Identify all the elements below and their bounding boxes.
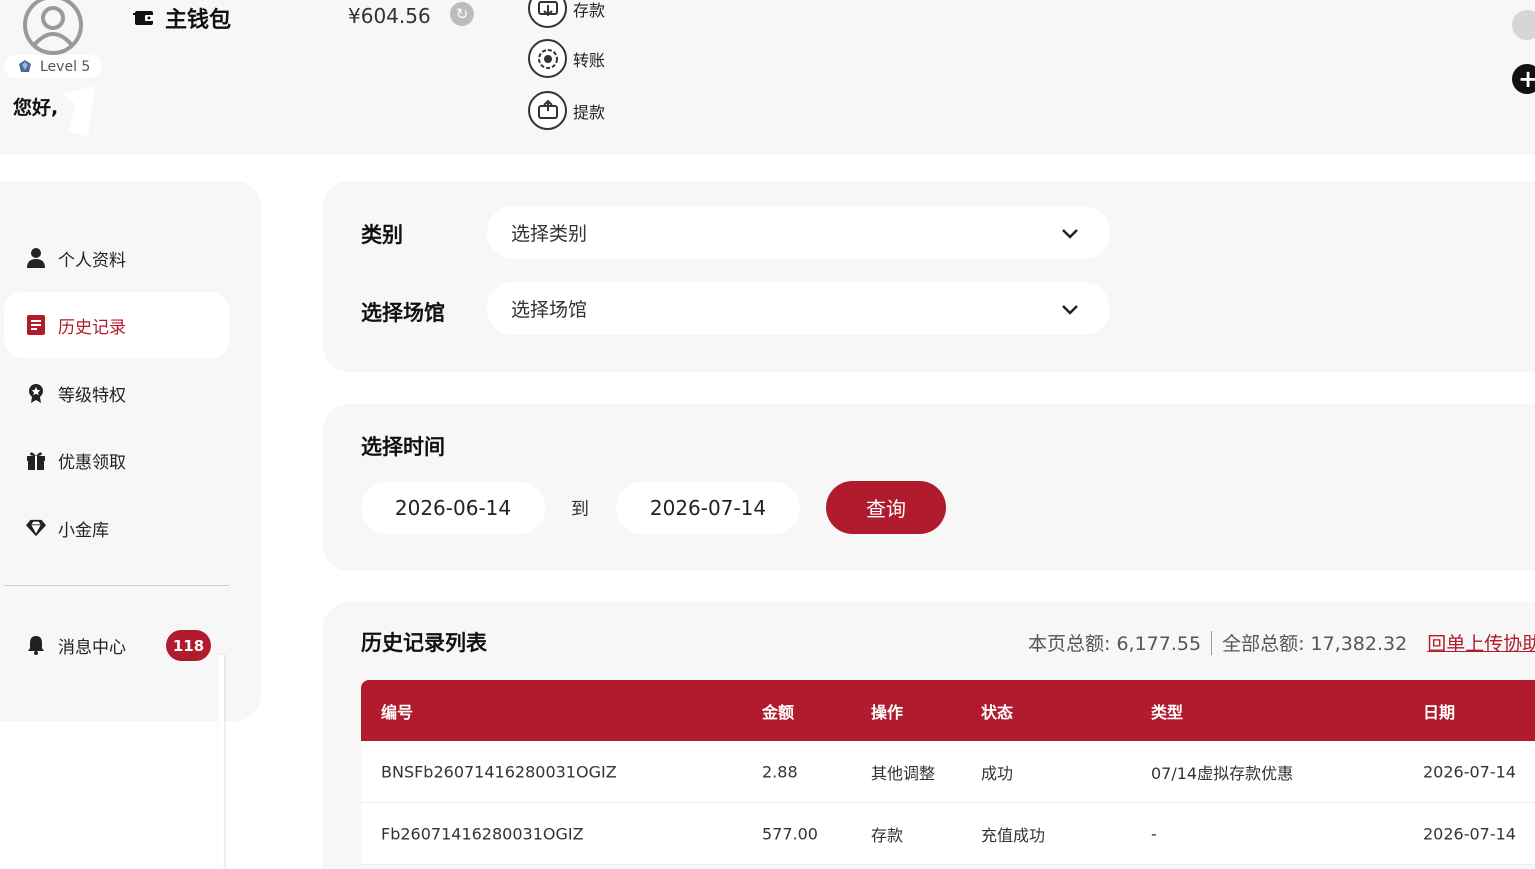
column-header-status[interactable]: 状态 xyxy=(981,699,1013,723)
greeting-text: 您好, xyxy=(13,97,59,119)
history-list-title: 历史记录列表 xyxy=(361,631,487,655)
level-label: Level 5 xyxy=(40,58,91,75)
start-date-input[interactable]: 2026-06-14 xyxy=(361,482,545,534)
sidebar-item-vip[interactable]: 等级特权 xyxy=(4,360,229,426)
add-icon[interactable]: + xyxy=(1512,64,1535,94)
deposit-button[interactable]: 存款 xyxy=(528,0,605,28)
dropdown-edge xyxy=(218,655,224,869)
venue-select-value: 选择场馆 xyxy=(511,299,588,321)
venue-select[interactable]: 选择场馆 xyxy=(487,282,1110,335)
cell-status: 成功 xyxy=(981,763,1014,783)
history-totals: 本页总额: 6,177.55 全部总额: 17,382.32 回单上传协助 xyxy=(1028,629,1535,656)
category-select[interactable]: 选择类别 xyxy=(487,206,1110,259)
totals-divider xyxy=(1211,630,1213,655)
wallet-icon xyxy=(133,11,155,25)
refresh-icon[interactable] xyxy=(1512,10,1535,40)
sidebar: 个人资料 历史记录 等级特权 优惠领取 小金库 消息中心 118 xyxy=(0,181,261,721)
table-row[interactable]: BNSFb26071416280031OGIZ 2.88 其他调整 成功 07/… xyxy=(361,741,1535,803)
avatar[interactable] xyxy=(22,0,84,56)
venue-label: 选择场馆 xyxy=(361,301,445,325)
category-label: 类别 xyxy=(361,223,403,247)
sidebar-item-label: 小金库 xyxy=(58,520,109,541)
level-gem-icon xyxy=(19,59,31,72)
category-select-value: 选择类别 xyxy=(511,223,588,245)
table-header: 编号 金额 操作 状态 类型 日期 xyxy=(361,680,1535,741)
user-icon xyxy=(26,248,46,268)
all-total: 全部总额: 17,382.32 xyxy=(1222,633,1408,655)
cell-status: 充值成功 xyxy=(981,825,1046,845)
wallet-balance: ¥604.56 xyxy=(348,4,431,28)
chevron-down-icon xyxy=(1062,229,1078,239)
receipt-upload-help-link[interactable]: 回单上传协助 xyxy=(1427,629,1535,656)
deposit-label: 存款 xyxy=(573,0,606,20)
sidebar-item-vault[interactable]: 小金库 xyxy=(4,495,229,561)
sidebar-item-label: 优惠领取 xyxy=(58,452,126,473)
withdraw-button[interactable]: 提款 xyxy=(528,91,605,130)
cell-type: 07/14虚拟存款优惠 xyxy=(1151,763,1294,783)
withdraw-icon xyxy=(528,91,567,130)
transfer-icon xyxy=(528,39,567,78)
column-header-type[interactable]: 类型 xyxy=(1151,699,1183,723)
transfer-button[interactable]: 转账 xyxy=(528,39,605,78)
document-icon xyxy=(26,315,46,335)
gift-icon xyxy=(26,450,46,470)
refresh-icon: ↻ xyxy=(455,5,469,23)
withdraw-label: 提款 xyxy=(573,102,606,122)
query-button[interactable]: 查询 xyxy=(826,481,946,534)
sidebar-item-label: 个人资料 xyxy=(58,250,126,271)
sidebar-item-label: 等级特权 xyxy=(58,385,126,406)
refresh-balance-button[interactable]: ↻ xyxy=(450,2,474,26)
wallet-label: 主钱包 xyxy=(165,8,232,33)
message-count-badge: 118 xyxy=(166,630,211,661)
cell-date: 2026-07-14 xyxy=(1423,762,1516,781)
sidebar-item-promotions[interactable]: 优惠领取 xyxy=(4,427,229,493)
cell-amount: 577.00 xyxy=(762,824,818,843)
sidebar-item-history[interactable]: 历史记录 xyxy=(4,292,229,358)
diamond-icon xyxy=(26,518,46,538)
cell-operation: 其他调整 xyxy=(871,763,936,783)
sidebar-item-label: 消息中心 xyxy=(58,637,126,658)
cell-id: Fb26071416280031OGIZ xyxy=(381,824,584,843)
column-header-operation[interactable]: 操作 xyxy=(871,699,903,723)
cell-type: - xyxy=(1151,824,1157,843)
bell-icon xyxy=(26,635,46,655)
medal-icon xyxy=(26,383,46,403)
time-label: 选择时间 xyxy=(361,435,445,459)
chevron-down-icon xyxy=(1062,305,1078,315)
history-table: 编号 金额 操作 状态 类型 日期 BNSFb26071416280031OGI… xyxy=(361,680,1535,865)
level-badge[interactable]: Level 5 xyxy=(4,55,103,78)
column-header-date[interactable]: 日期 xyxy=(1423,699,1455,723)
account-header: Level 5 您好, 主钱包 ¥604.56 ↻ 存款 转账 提款 + xyxy=(0,0,1535,155)
table-row[interactable]: Fb26071416280031OGIZ 577.00 存款 充值成功 - 20… xyxy=(361,803,1535,865)
sidebar-item-profile[interactable]: 个人资料 xyxy=(4,225,229,291)
main-wallet: 主钱包 xyxy=(133,2,231,34)
sidebar-item-label: 历史记录 xyxy=(58,317,126,338)
date-range-separator: 到 xyxy=(571,499,589,520)
end-date-input[interactable]: 2026-07-14 xyxy=(616,482,800,534)
transfer-label: 转账 xyxy=(573,50,606,70)
cell-date: 2026-07-14 xyxy=(1423,824,1516,843)
cell-amount: 2.88 xyxy=(762,762,798,781)
sidebar-divider xyxy=(4,585,229,586)
username-redaction xyxy=(62,86,96,136)
page-total: 本页总额: 6,177.55 xyxy=(1028,633,1202,655)
cell-id: BNSFb26071416280031OGIZ xyxy=(381,762,617,781)
column-header-id[interactable]: 编号 xyxy=(381,699,413,723)
deposit-icon xyxy=(528,0,567,28)
column-header-amount[interactable]: 金额 xyxy=(762,699,794,723)
cell-operation: 存款 xyxy=(871,825,904,845)
